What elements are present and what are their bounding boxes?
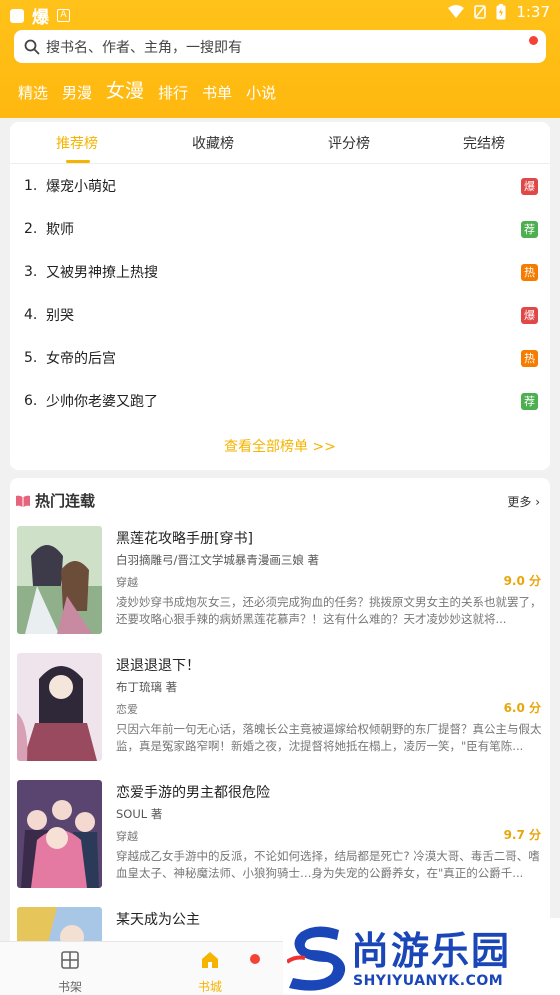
category-nav: 精选 男漫 女漫 排行 书单 小说 [18, 76, 276, 104]
rank-number: 3. [24, 264, 38, 280]
book-cover [17, 780, 102, 888]
rank-item[interactable]: 2. 欺师 荐 [24, 217, 538, 241]
nav-tab-featured[interactable]: 精选 [18, 82, 48, 104]
view-all-rankings-link[interactable]: 查看全部榜单 >> [10, 436, 550, 456]
nav-tab-booklists[interactable]: 书单 [202, 82, 232, 104]
rank-title: 欺师 [46, 222, 74, 238]
rank-title: 爆宠小萌妃 [46, 179, 116, 195]
app-glyph-icon: 爆 [32, 8, 49, 28]
nav-tab-male-comics[interactable]: 男漫 [62, 82, 92, 104]
book-author: 布丁琉璃 著 [116, 680, 178, 694]
notification-dot [250, 954, 260, 964]
book-author: SOUL 著 [116, 807, 163, 821]
clock: 1:37 [516, 3, 550, 21]
watermark-url: SHYIYUANYK.COM [353, 973, 504, 989]
tab-recommended[interactable]: 推荐榜 [56, 133, 98, 153]
book-title: 黑莲花攻略手册[穿书] [116, 531, 253, 547]
a-badge-icon: A [57, 9, 70, 22]
rank-item[interactable]: 5. 女帝的后宫 热 [24, 346, 538, 370]
header: 爆 A 1:37 搜书名、作者、主角，一搜即有 精选 男漫 女漫 排行 书单 小… [0, 0, 560, 118]
book-author: 白羽摘雕弓/晋江文学城暴青漫画三娘 著 [116, 553, 320, 567]
rank-badge: 热 [521, 263, 538, 281]
wifi-icon [448, 5, 465, 18]
book-item[interactable]: 恋爱手游的男主都很危险 SOUL 著 穿越 9.7 分 穿越成乙女手游中的反派，… [17, 780, 547, 890]
book-cover [17, 526, 102, 634]
tab-completed[interactable]: 完结榜 [463, 133, 505, 153]
chevron-right-icon: › [531, 495, 540, 509]
section-title: 热门连载 [35, 492, 96, 510]
app-notification-icon [10, 8, 24, 23]
rank-item[interactable]: 6. 少帅你老婆又跑了 荐 [24, 389, 538, 413]
rank-number: 1. [24, 178, 38, 194]
book-cover [17, 653, 102, 761]
rank-title: 女帝的后宫 [46, 351, 116, 367]
more-link[interactable]: 更多 › [507, 493, 540, 510]
rank-item[interactable]: 3. 又被男神撩上热搜 热 [24, 260, 538, 284]
watermark: 尚游乐园 SHYIYUANYK.COM [283, 918, 560, 995]
book-genre: 穿越 [116, 830, 138, 843]
book-score: 9.7 分 [503, 828, 541, 842]
rank-number: 2. [24, 221, 38, 237]
watermark-logo-icon [287, 926, 346, 991]
book-score: 6.0 分 [503, 701, 541, 715]
active-tab-indicator [66, 160, 90, 163]
book-description: 穿越成乙女手游中的反派，不论如何选择，结局都是死亡? 冷漠大哥、毒舌二哥、嗜血皇… [116, 849, 540, 880]
battery-charging-icon [496, 4, 506, 20]
book-description: 凌妙妙穿书成炮灰女三，还必须完成狗血的任务？挑拨原文男女主的关系也就罢了，还要攻… [116, 595, 542, 626]
rank-title: 又被男神撩上热搜 [46, 265, 158, 281]
rank-number: 5. [24, 350, 38, 366]
status-bar: 爆 A 1:37 [0, 0, 560, 28]
section-header: 热门连载 更多 › [10, 490, 550, 512]
book-genre: 穿越 [116, 576, 138, 589]
book-icon [16, 495, 30, 507]
book-title: 退退退退下！ [116, 658, 200, 674]
rank-badge: 热 [521, 349, 538, 367]
watermark-name: 尚游乐园 [351, 929, 512, 973]
rank-number: 4. [24, 307, 38, 323]
rank-badge: 爆 [521, 177, 538, 195]
book-description: 只因六年前一句无心话，落魄长公主竟被逼嫁给权倾朝野的东厂提督？真公主与假太监，真… [116, 722, 542, 753]
rank-item[interactable]: 1. 爆宠小萌妃 爆 [24, 174, 538, 198]
search-placeholder: 搜书名、作者、主角，一搜即有 [46, 39, 242, 56]
bottom-tab-label: 书城 [197, 980, 222, 994]
nav-tab-novels[interactable]: 小说 [246, 82, 276, 104]
home-icon [202, 952, 218, 968]
hot-serials-card: 热门连载 更多 › 黑莲花攻略手册[穿书] 白羽摘雕弓/晋江文学城暴青漫画三娘 … [10, 478, 550, 948]
book-score: 9.0 分 [503, 574, 541, 588]
book-genre: 恋爱 [116, 703, 138, 716]
tab-rating[interactable]: 评分榜 [328, 133, 370, 153]
more-label: 更多 [507, 495, 532, 509]
book-item[interactable]: 退退退退下！ 布丁琉璃 著 恋爱 6.0 分 只因六年前一句无心话，落魄长公主竟… [17, 653, 547, 763]
nav-tab-rankings[interactable]: 排行 [158, 82, 188, 104]
rank-badge: 爆 [521, 306, 538, 324]
bottom-tab-bookstore[interactable]: 书城 [180, 950, 240, 995]
tab-favorites[interactable]: 收藏榜 [192, 133, 234, 153]
ranking-tabs: 推荐榜 收藏榜 评分榜 完结榜 [10, 122, 550, 164]
search-bar[interactable]: 搜书名、作者、主角，一搜即有 [14, 30, 546, 63]
notification-dot [529, 36, 538, 45]
rank-badge: 荐 [521, 220, 538, 238]
ranking-card: 推荐榜 收藏榜 评分榜 完结榜 1. 爆宠小萌妃 爆 2. 欺师 荐 3. 又被… [10, 122, 550, 470]
rank-badge: 荐 [521, 392, 538, 410]
bottom-tab-bookshelf[interactable]: 书架 [40, 950, 100, 995]
search-icon [24, 39, 40, 54]
bookshelf-icon [61, 951, 79, 969]
book-title: 某天成为公主 [116, 912, 200, 928]
nav-tab-female-comics[interactable]: 女漫 [106, 78, 144, 104]
rank-item[interactable]: 4. 别哭 爆 [24, 303, 538, 327]
book-title: 恋爱手游的男主都很危险 [116, 785, 270, 801]
rank-title: 少帅你老婆又跑了 [46, 394, 158, 410]
book-item[interactable]: 黑莲花攻略手册[穿书] 白羽摘雕弓/晋江文学城暴青漫画三娘 著 穿越 9.0 分… [17, 526, 547, 636]
rank-number: 6. [24, 393, 38, 409]
no-sim-icon [474, 5, 487, 19]
bottom-tab-label: 书架 [57, 980, 82, 994]
rank-title: 别哭 [46, 308, 74, 324]
